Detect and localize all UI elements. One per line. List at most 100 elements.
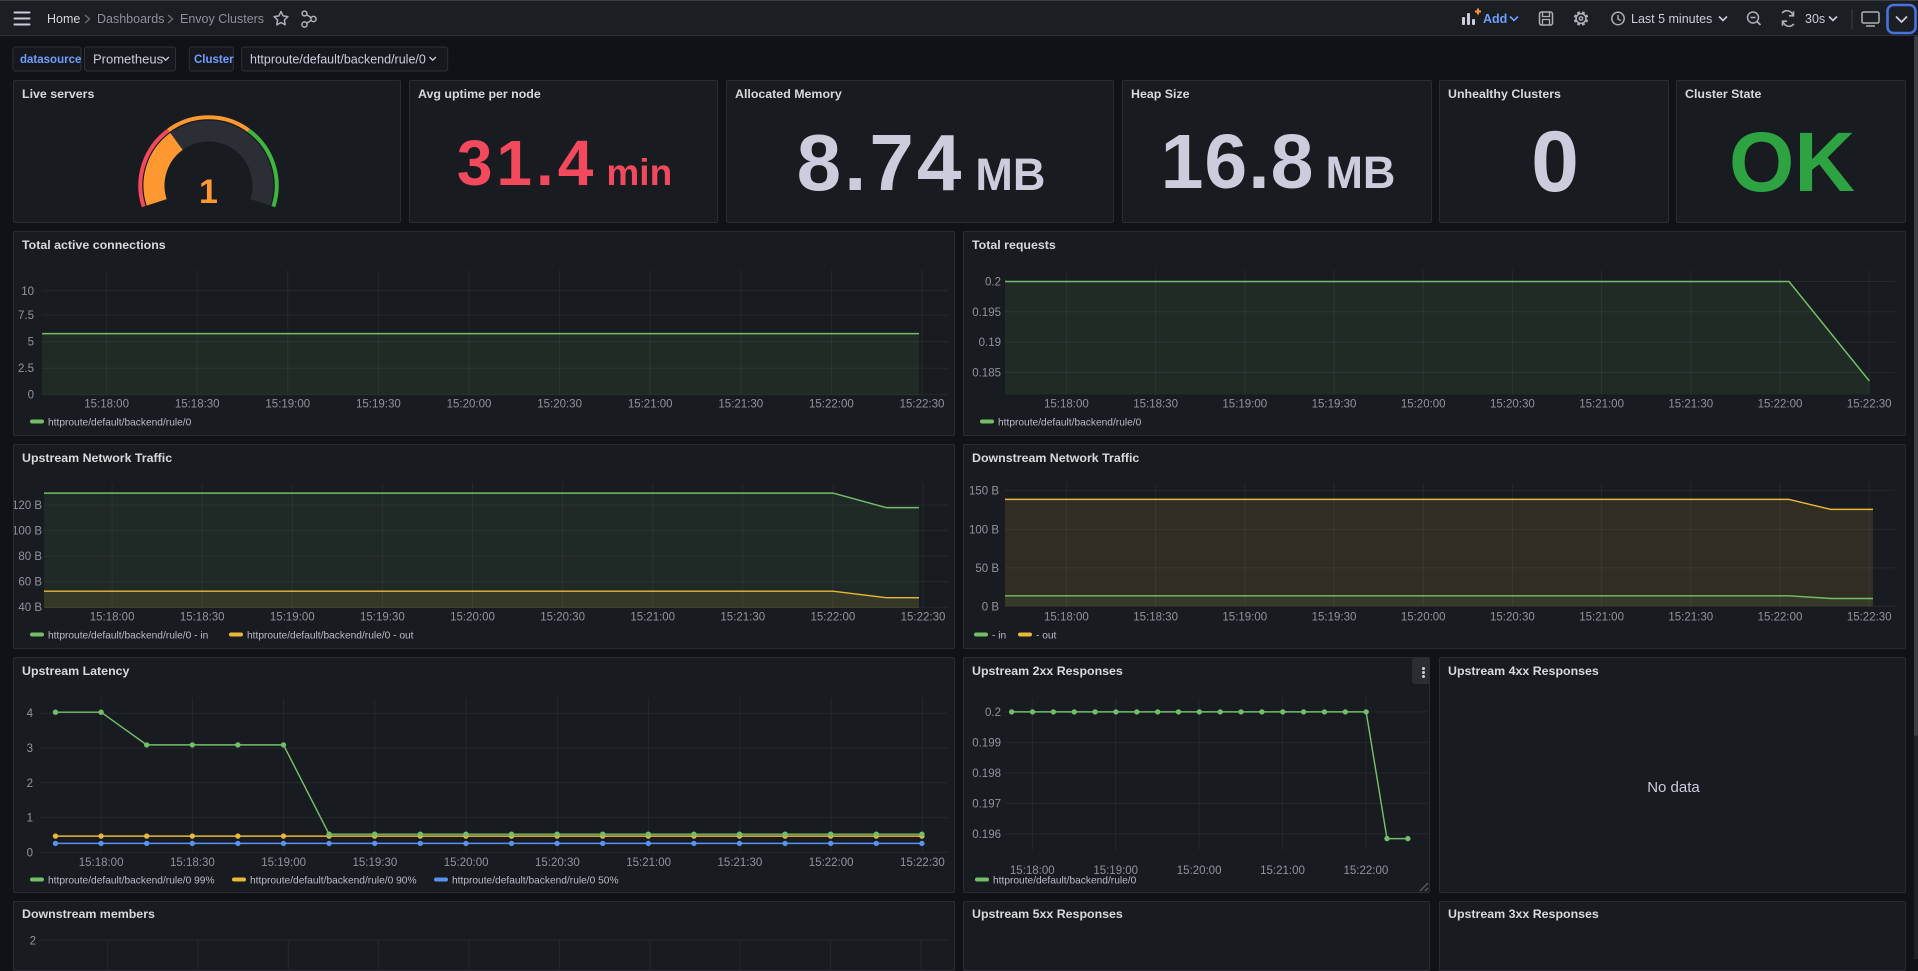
svg-text:15:18:00: 15:18:00 [79,857,124,869]
svg-text:Add: Add [1483,12,1507,26]
svg-text:15:19:00: 15:19:00 [265,399,310,411]
svg-text:100 B: 100 B [14,526,42,538]
svg-text:Allocated Memory: Allocated Memory [735,87,842,101]
svg-text:15:21:30: 15:21:30 [1668,612,1713,624]
svg-text:15:19:30: 15:19:30 [356,399,401,411]
svg-text:httproute/default/backend/rule: httproute/default/backend/rule/0 - out [247,631,414,642]
svg-text:15:19:30: 15:19:30 [352,857,397,869]
svg-text:Downstream Network Traffic: Downstream Network Traffic [972,451,1139,465]
svg-text:15:20:30: 15:20:30 [1490,612,1535,624]
svg-text:15:21:30: 15:21:30 [718,399,763,411]
svg-text:httproute/default/backend/rule: httproute/default/backend/rule/0 [250,53,426,67]
svg-text:15:21:00: 15:21:00 [630,612,675,624]
svg-text:httproute/default/backend/rule: httproute/default/backend/rule/0 [993,876,1137,887]
svg-text:15:21:00: 15:21:00 [1579,612,1624,624]
svg-text:15:20:30: 15:20:30 [537,399,582,411]
svg-text:0.19: 0.19 [979,337,1001,349]
svg-text:1: 1 [199,173,218,211]
svg-text:Dashboards: Dashboards [97,12,164,26]
svg-text:httproute/default/backend/rule: httproute/default/backend/rule/0 [998,418,1142,429]
svg-text:15:18:00: 15:18:00 [1044,399,1089,411]
svg-text:httproute/default/backend/rule: httproute/default/backend/rule/0 99% [48,876,215,887]
svg-text:Prometheus: Prometheus [93,52,164,67]
svg-text:15:18:30: 15:18:30 [180,612,225,624]
svg-text:Upstream 4xx Responses: Upstream 4xx Responses [1448,664,1599,678]
svg-text:2: 2 [27,778,33,790]
svg-text:3: 3 [27,743,33,755]
svg-text:15:20:00: 15:20:00 [1401,612,1446,624]
svg-text:0: 0 [28,390,34,402]
svg-text:- in: - in [992,631,1006,642]
svg-text:httproute/default/backend/rule: httproute/default/backend/rule/0 90% [250,876,417,887]
svg-text:0.195: 0.195 [972,307,1001,319]
svg-text:Total requests: Total requests [972,238,1056,252]
svg-text:15:19:00: 15:19:00 [261,857,306,869]
svg-text:50 B: 50 B [975,563,999,575]
svg-text:15:18:30: 15:18:30 [175,399,220,411]
svg-text:1: 1 [27,813,33,825]
svg-text:0.2: 0.2 [985,707,1001,719]
svg-text:Upstream Latency: Upstream Latency [22,664,130,678]
svg-text:15:19:00: 15:19:00 [1222,612,1267,624]
svg-text:Upstream 2xx Responses: Upstream 2xx Responses [972,664,1123,678]
svg-text:15:22:00: 15:22:00 [811,612,856,624]
svg-text:Downstream members: Downstream members [22,907,155,921]
svg-text:15:22:00: 15:22:00 [1344,865,1389,877]
svg-text:httproute/default/backend/rule: httproute/default/backend/rule/0 [48,418,192,429]
svg-text:40 B: 40 B [18,602,42,614]
svg-text:10: 10 [21,286,34,298]
svg-text:15:22:00: 15:22:00 [809,399,854,411]
svg-text:- out: - out [1036,631,1057,642]
svg-text:0.197: 0.197 [972,798,1001,810]
svg-text:15:18:00: 15:18:00 [90,612,135,624]
svg-text:Home: Home [47,12,80,26]
svg-text:15:20:30: 15:20:30 [535,857,580,869]
svg-text:15:21:30: 15:21:30 [1668,399,1713,411]
svg-text:Live servers: Live servers [22,87,94,101]
svg-text:0.185: 0.185 [972,367,1001,379]
svg-text:15:18:30: 15:18:30 [1133,399,1178,411]
svg-text:15:22:30: 15:22:30 [1847,399,1892,411]
svg-text:Cluster State: Cluster State [1685,87,1762,101]
svg-text:15:22:30: 15:22:30 [900,399,945,411]
svg-text:Unhealthy Clusters: Unhealthy Clusters [1448,87,1561,101]
svg-text:15:19:30: 15:19:30 [1312,399,1357,411]
svg-text:15:20:00: 15:20:00 [450,612,495,624]
svg-text:15:21:00: 15:21:00 [626,857,671,869]
svg-text:60 B: 60 B [18,577,42,589]
svg-text:15:20:00: 15:20:00 [1177,865,1222,877]
svg-text:15:18:00: 15:18:00 [84,399,129,411]
svg-text:Last 5 minutes: Last 5 minutes [1631,12,1712,26]
svg-text:datasource: datasource [20,54,81,66]
svg-text:Upstream 3xx Responses: Upstream 3xx Responses [1448,907,1599,921]
svg-text:15:18:30: 15:18:30 [1133,612,1178,624]
svg-text:15:22:30: 15:22:30 [900,857,945,869]
svg-text:15:22:00: 15:22:00 [1758,612,1803,624]
svg-text:15:21:00: 15:21:00 [1260,865,1305,877]
svg-text:15:20:30: 15:20:30 [1490,399,1535,411]
svg-text:0 B: 0 B [982,601,1000,613]
svg-text:100 B: 100 B [969,524,999,536]
svg-text:15:19:00: 15:19:00 [1222,399,1267,411]
svg-text:15:22:30: 15:22:30 [901,612,946,624]
svg-text:15:21:30: 15:21:30 [718,857,763,869]
svg-text:Upstream 5xx Responses: Upstream 5xx Responses [972,907,1123,921]
svg-text:15:22:30: 15:22:30 [1847,612,1892,624]
svg-text:150 B: 150 B [969,485,999,497]
svg-text:Envoy Clusters: Envoy Clusters [180,12,264,26]
svg-text:Upstream Network Traffic: Upstream Network Traffic [22,451,172,465]
svg-text:4: 4 [27,708,34,720]
svg-text:5: 5 [28,337,34,349]
svg-text:15:21:30: 15:21:30 [720,612,765,624]
svg-text:httproute/default/backend/rule: httproute/default/backend/rule/0 50% [452,876,619,887]
svg-text:0: 0 [27,847,33,859]
svg-text:15:21:00: 15:21:00 [628,399,673,411]
svg-text:15:18:00: 15:18:00 [1044,612,1089,624]
svg-text:0.196: 0.196 [972,829,1001,841]
svg-text:15:20:00: 15:20:00 [444,857,489,869]
svg-text:Avg uptime per node: Avg uptime per node [418,87,541,101]
svg-text:httproute/default/backend/rule: httproute/default/backend/rule/0 - in [48,631,208,642]
svg-text:Total active connections: Total active connections [22,238,166,252]
svg-text:15:20:00: 15:20:00 [1401,399,1446,411]
svg-text:7.5: 7.5 [18,310,34,322]
